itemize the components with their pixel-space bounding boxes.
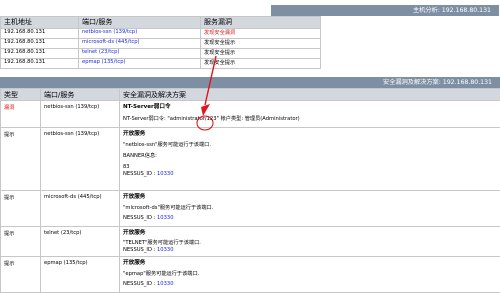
annotation-arrow-icon bbox=[0, 0, 500, 281]
nessus-id-text[interactable]: NESSUS_ID : 10330 bbox=[123, 281, 174, 287]
nessus-id: NESSUS_ID : 10330 bbox=[123, 281, 500, 288]
